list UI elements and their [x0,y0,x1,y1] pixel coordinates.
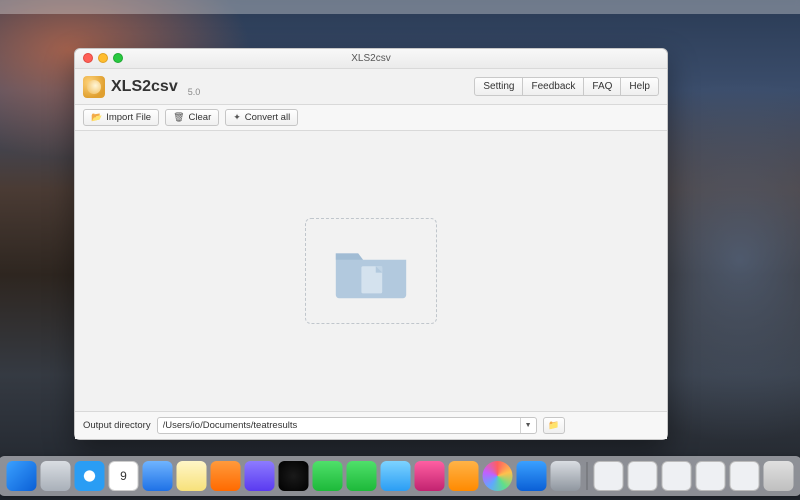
dock-mail-icon[interactable] [143,461,173,491]
toolbar: 📂 Import File 🗑 Clear ✦ Convert all [75,105,667,131]
import-icon: 📂 [91,112,102,123]
dock-ibooks-icon[interactable] [449,461,479,491]
macos-dock[interactable]: 9 [0,456,800,496]
help-button[interactable]: Help [620,77,659,96]
dock-photos-icon[interactable] [483,461,513,491]
dock-facetime-icon[interactable] [313,461,343,491]
dock-safari-icon[interactable] [75,461,105,491]
close-button[interactable] [83,53,93,63]
dock-notes-icon[interactable] [177,461,207,491]
dock-preferences-icon[interactable] [551,461,581,491]
dock-calendar-icon[interactable]: 9 [109,461,139,491]
dropzone[interactable] [305,218,437,324]
feedback-button[interactable]: Feedback [522,77,584,96]
clear-label: Clear [189,112,212,123]
convert-all-label: Convert all [245,112,290,123]
output-directory-field[interactable]: ▼ [157,417,537,434]
convert-all-button[interactable]: ✦ Convert all [225,109,298,126]
footer-bar: Output directory ▼ 📁 [75,411,667,439]
dock-separator [587,462,588,490]
app-version: 5.0 [188,87,201,104]
chevron-down-icon: ▼ [525,422,532,429]
dock-appstore-icon[interactable] [517,461,547,491]
browse-folder-button[interactable]: 📁 [543,417,565,434]
app-name: XLS2csv [111,78,178,96]
app-logo-icon [83,76,105,98]
maximize-button[interactable] [113,53,123,63]
minimize-button[interactable] [98,53,108,63]
clear-button[interactable]: 🗑 Clear [165,109,219,126]
dock-messages-icon[interactable] [347,461,377,491]
dock-pages-icon[interactable] [211,461,241,491]
output-directory-label: Output directory [83,420,151,431]
titlebar[interactable]: XLS2csv [75,49,667,69]
import-file-button[interactable]: 📂 Import File [83,109,159,126]
trash-icon: 🗑 [173,112,184,123]
dock-trash-icon[interactable] [764,461,794,491]
folder-open-icon: 📁 [548,420,559,431]
import-file-label: Import File [106,112,151,123]
dock-minimized-5[interactable] [730,461,760,491]
dock-minimized-4[interactable] [696,461,726,491]
faq-button[interactable]: FAQ [583,77,621,96]
window-title: XLS2csv [351,53,390,64]
header-button-group: Setting Feedback FAQ Help [474,77,659,96]
dock-finder-icon[interactable] [7,461,37,491]
output-directory-input[interactable] [158,420,520,431]
dock-maps-icon[interactable] [381,461,411,491]
wand-icon: ✦ [233,112,241,123]
dock-minimized-3[interactable] [662,461,692,491]
traffic-lights [83,53,123,63]
dock-itunes-icon[interactable] [415,461,445,491]
dock-minimized-2[interactable] [628,461,658,491]
folder-document-icon [331,239,411,303]
app-window: XLS2csv XLS2csv 5.0 Setting Feedback FAQ… [74,48,668,440]
setting-button[interactable]: Setting [474,77,523,96]
header-bar: XLS2csv 5.0 Setting Feedback FAQ Help [75,69,667,105]
dock-minimized-1[interactable] [594,461,624,491]
content-area[interactable] [75,131,667,411]
dock-app1-icon[interactable] [245,461,275,491]
dock-siri-icon[interactable] [279,461,309,491]
dock-launchpad-icon[interactable] [41,461,71,491]
output-directory-dropdown[interactable]: ▼ [520,418,536,433]
macos-menubar [0,0,800,14]
